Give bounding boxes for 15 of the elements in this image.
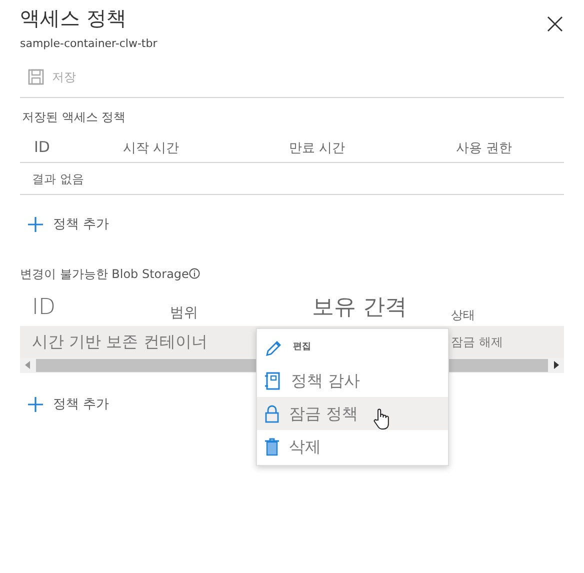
column-header: 만료 시간 [289,140,346,156]
empty-message: 결과 없음 [32,172,84,186]
column-header: 범위 [170,304,198,320]
column-header: 사용 권한 [456,140,512,156]
column-header: 시작 시간 [123,140,180,156]
container-name: sample-container-clw-tbr [20,36,158,52]
column-header: 상태 [451,308,475,322]
section-heading: 저장된 액세스 정책 [22,108,127,126]
table-cell: 잠금 해제 [451,334,503,348]
column-header: ID [34,138,50,156]
panel-title: 액세스 정책 [20,6,126,30]
column-header: ID [32,294,56,320]
column-header: 보유 간격 [312,294,407,320]
section-heading: 변경이 불가능한 Blob Storage [20,266,189,282]
table-cell: 시간 기반 보존 컨테이너 [32,332,208,350]
